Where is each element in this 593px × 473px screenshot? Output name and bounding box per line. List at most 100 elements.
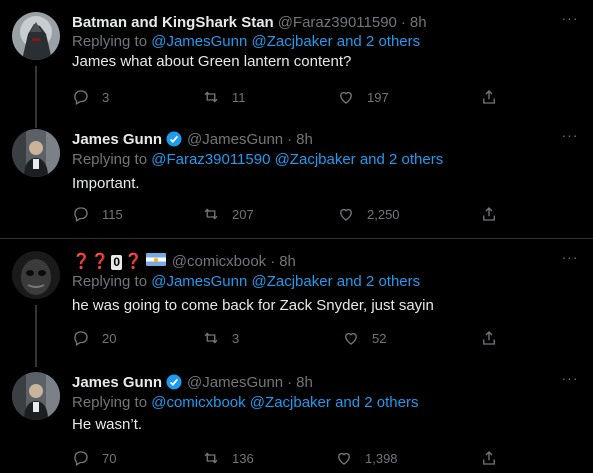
- more-options-icon[interactable]: ···: [561, 128, 579, 147]
- timestamp[interactable]: 8h: [279, 253, 296, 270]
- question-mark-emoji: ❓: [90, 253, 110, 270]
- retweet-button[interactable]: 11: [202, 88, 246, 106]
- tweet-faraz[interactable]: Batman and KingShark Stan @Faraz39011590…: [0, 11, 593, 128]
- tweet-comicxbook[interactable]: ❓❓ 0 ❓ @comicxbook · 8h ··· Replying to @J…: [0, 250, 593, 367]
- replying-to: Replying to @JamesGunn @Zacjbaker and 2 …: [72, 33, 581, 50]
- tweet-text: He wasn’t.: [72, 416, 143, 433]
- reply-button[interactable]: 70: [72, 449, 116, 467]
- retweet-icon: [204, 91, 218, 103]
- display-name[interactable]: James Gunn: [72, 374, 162, 391]
- replying-prefix: Replying to: [72, 33, 148, 50]
- replying-mentions[interactable]: @JamesGunn @Zacjbaker and 2 others: [151, 33, 420, 50]
- like-count: 1,398: [365, 450, 398, 466]
- tweet-actions: 3 11 197: [72, 88, 502, 108]
- heart-icon: [345, 332, 357, 345]
- replying-prefix: Replying to: [72, 273, 148, 290]
- tweet-actions: 20 3 52: [72, 329, 502, 349]
- like-button[interactable]: 52: [342, 329, 386, 347]
- share-icon: [483, 331, 495, 345]
- reply-button[interactable]: 115: [72, 205, 123, 223]
- reply-count: 20: [102, 330, 117, 346]
- tweet-text: he was going to come back for Zack Snyde…: [72, 297, 434, 314]
- masked-face-avatar-icon: [12, 251, 60, 299]
- heart-icon: [340, 91, 352, 104]
- user-handle[interactable]: @JamesGunn: [187, 374, 283, 391]
- tweet-header: James Gunn @JamesGunn · 8h: [72, 129, 553, 149]
- thread-divider: [0, 238, 593, 239]
- thread-line: [35, 66, 37, 128]
- reply-button[interactable]: 20: [72, 329, 116, 347]
- replying-mentions[interactable]: @Faraz39011590 @Zacjbaker and 2 others: [151, 151, 443, 168]
- share-button[interactable]: [480, 329, 498, 347]
- user-handle[interactable]: @comicxbook: [172, 253, 266, 270]
- reply-count: 115: [102, 206, 123, 222]
- retweet-icon: [204, 332, 218, 344]
- share-icon: [483, 207, 495, 221]
- tweet-actions: 70 136 1,398: [72, 449, 502, 469]
- avatar[interactable]: [12, 372, 60, 420]
- share-button[interactable]: [480, 449, 498, 467]
- user-handle[interactable]: @JamesGunn: [187, 131, 283, 148]
- person-photo-avatar-icon: [12, 372, 60, 420]
- like-count: 2,250: [367, 206, 400, 222]
- display-name[interactable]: ❓❓ 0 ❓: [72, 252, 168, 270]
- tweet-james-gunn[interactable]: James Gunn @JamesGunn · 8h ··· Replying …: [0, 128, 593, 227]
- retweet-icon: [204, 208, 218, 220]
- tweet-actions: 115 207 2,250: [72, 205, 502, 225]
- timestamp[interactable]: 8h: [296, 131, 313, 148]
- avatar[interactable]: [12, 12, 60, 60]
- replying-mentions[interactable]: @JamesGunn @Zacjbaker and 2 others: [151, 273, 420, 290]
- retweet-count: 3: [232, 330, 240, 346]
- reply-button[interactable]: 3: [72, 88, 109, 106]
- more-options-icon[interactable]: ···: [561, 371, 579, 390]
- display-name[interactable]: Batman and KingShark Stan: [72, 14, 274, 31]
- user-handle[interactable]: @Faraz39011590: [278, 14, 397, 31]
- avatar[interactable]: [12, 129, 60, 177]
- avatar[interactable]: [12, 251, 60, 299]
- display-name[interactable]: James Gunn: [72, 131, 162, 148]
- like-button[interactable]: 2,250: [337, 205, 400, 223]
- heart-icon: [340, 208, 352, 221]
- like-button[interactable]: 1,398: [335, 449, 398, 467]
- replying-prefix: Replying to: [72, 151, 148, 168]
- more-options-icon[interactable]: ···: [561, 11, 579, 30]
- separator-dot: ·: [400, 13, 406, 31]
- like-count: 197: [367, 89, 389, 105]
- question-mark-emoji: ❓: [72, 253, 91, 270]
- person-photo-avatar-icon: [12, 129, 60, 177]
- zero-keycap-emoji: 0: [111, 255, 123, 270]
- like-count: 52: [372, 330, 387, 346]
- retweet-button[interactable]: 3: [202, 329, 239, 347]
- thread-line: [35, 305, 37, 367]
- retweet-icon: [204, 452, 218, 464]
- timestamp[interactable]: 8h: [410, 14, 427, 31]
- tweet-james-gunn-reply[interactable]: James Gunn @JamesGunn · 8h ··· Replying …: [0, 371, 593, 470]
- tweet-header: Batman and KingShark Stan @Faraz39011590…: [72, 12, 553, 32]
- replying-mentions[interactable]: @comicxbook @Zacjbaker and 2 others: [151, 394, 418, 411]
- reply-icon: [74, 451, 88, 466]
- separator-dot: ·: [287, 373, 293, 391]
- verified-badge-icon: [165, 130, 183, 148]
- separator-dot: ·: [287, 130, 293, 148]
- timestamp[interactable]: 8h: [296, 374, 313, 391]
- replying-to: Replying to @JamesGunn @Zacjbaker and 2 …: [72, 273, 581, 290]
- share-icon: [483, 451, 495, 465]
- share-button[interactable]: [480, 88, 498, 106]
- separator-dot: ·: [270, 252, 276, 270]
- retweet-count: 11: [232, 89, 246, 105]
- more-options-icon[interactable]: ···: [561, 250, 579, 269]
- reply-count: 70: [102, 450, 117, 466]
- tweet-header: James Gunn @JamesGunn · 8h: [72, 372, 553, 392]
- retweet-button[interactable]: 136: [202, 449, 254, 467]
- verified-badge-icon: [165, 373, 183, 391]
- argentina-flag-icon: [145, 253, 166, 266]
- reply-icon: [74, 90, 88, 105]
- like-button[interactable]: 197: [337, 88, 389, 106]
- retweet-button[interactable]: 207: [202, 205, 254, 223]
- tweet-header: ❓❓ 0 ❓ @comicxbook · 8h: [72, 251, 553, 271]
- question-mark-emoji: ❓: [124, 253, 143, 270]
- heart-icon: [338, 452, 350, 465]
- share-button[interactable]: [480, 205, 498, 223]
- retweet-count: 207: [232, 206, 254, 222]
- share-icon: [483, 90, 495, 104]
